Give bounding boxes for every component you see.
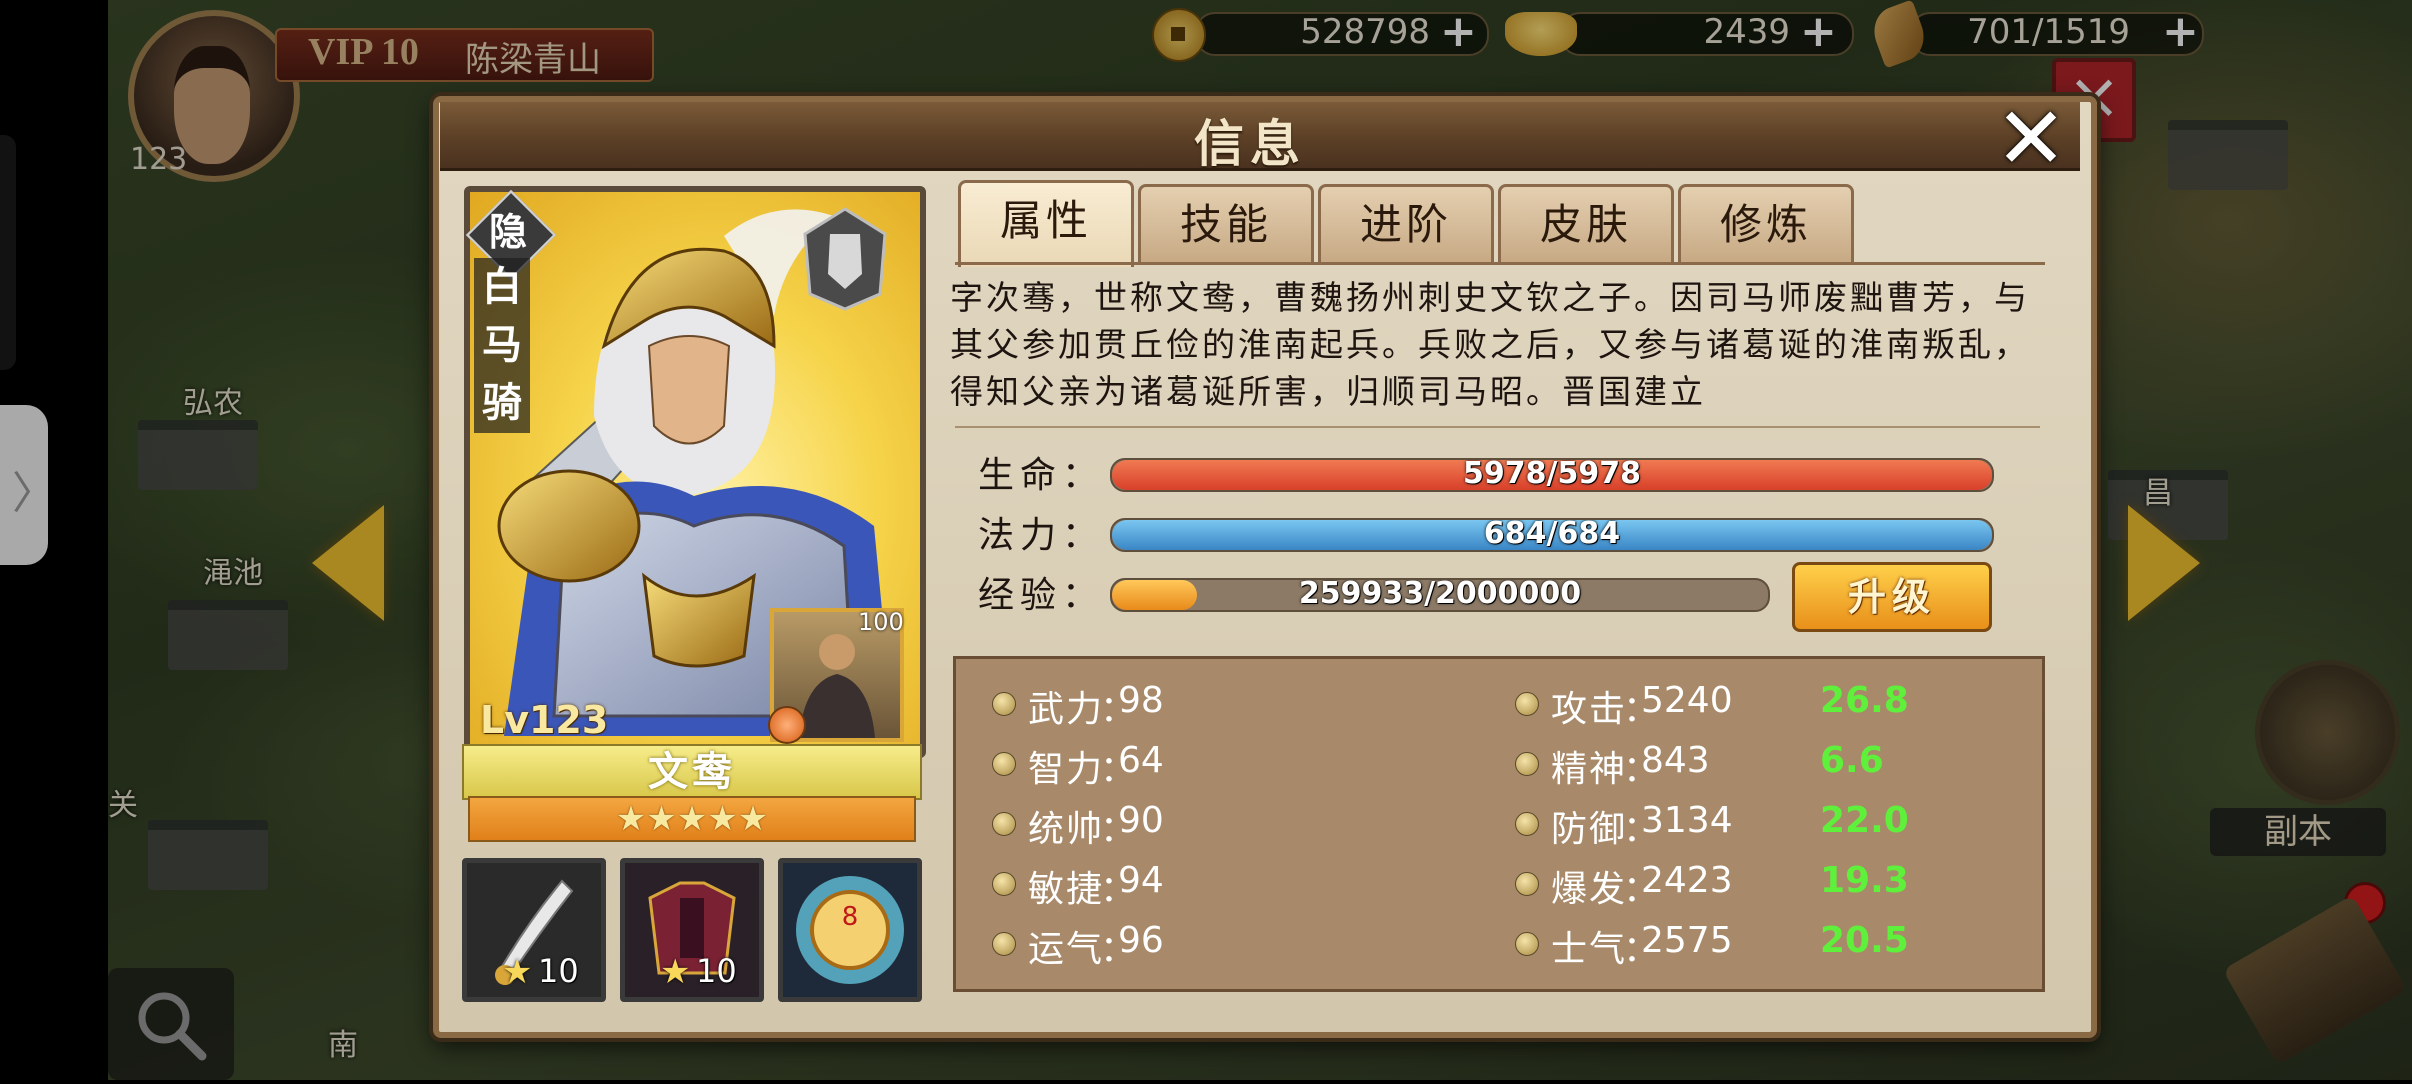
attribute-name: 攻击 xyxy=(1551,689,1628,730)
bullet-icon xyxy=(1515,932,1539,956)
attribute-row: 智力： 64 xyxy=(992,740,1412,790)
attribute-growth: 22.0 xyxy=(1820,800,1909,841)
attribute-name: 敏捷 xyxy=(1028,869,1105,910)
hero-title-char: 马 xyxy=(482,321,522,368)
attribute-value: 2575 xyxy=(1641,920,1733,961)
hp-label: 生命： xyxy=(978,455,1105,496)
equipment-level: 10 xyxy=(696,952,737,990)
hero-level: Lv123 xyxy=(480,698,609,742)
tabs-divider xyxy=(955,262,2045,265)
equipment-star-icon: ★ xyxy=(502,952,533,992)
bullet-icon xyxy=(992,752,1016,776)
attribute-growth: 6.6 xyxy=(1820,740,1884,781)
upgrade-button[interactable]: 升级 xyxy=(1792,562,1992,632)
attribute-value: 96 xyxy=(1118,920,1164,961)
tab-attributes[interactable]: 属性 xyxy=(958,180,1134,267)
exp-value: 259933/2000000 xyxy=(1298,578,1582,611)
attribute-name: 防御 xyxy=(1551,809,1628,850)
hp-value: 5978/5978 xyxy=(1463,458,1641,491)
equipment-star-icon: ★ xyxy=(660,952,691,992)
attribute-value: 64 xyxy=(1118,740,1164,781)
medal-level: 8 xyxy=(842,902,859,932)
bullet-icon xyxy=(1515,752,1539,776)
attribute-value: 98 xyxy=(1118,680,1164,721)
attribute-value: 2423 xyxy=(1641,860,1733,901)
equipment-slot-weapon[interactable] xyxy=(462,858,606,1002)
hero-star-bar: ★★★★★ xyxy=(468,796,916,842)
medal-icon: 8 xyxy=(783,863,917,997)
modal-title: 信息 xyxy=(1194,114,1306,173)
bullet-icon xyxy=(1515,812,1539,836)
equipment-slot-medal[interactable]: 8 xyxy=(778,858,922,1002)
attribute-row: 敏捷： 94 xyxy=(992,860,1412,910)
exp-bar: 259933/2000000 xyxy=(1110,578,1770,612)
attribute-value: 5240 xyxy=(1641,680,1733,721)
attribute-value: 90 xyxy=(1118,800,1164,841)
hero-name: 文鸯 xyxy=(462,744,922,800)
tab-skills[interactable]: 技能 xyxy=(1138,184,1314,263)
attribute-name: 运气 xyxy=(1028,929,1105,970)
hero-biography[interactable]: 字次骞，世称文鸯，曹魏扬州刺史文钦之子。因司马师废黜曹芳，与其父参加贯丘俭的淮南… xyxy=(950,274,2030,420)
sword-icon xyxy=(467,863,601,997)
attribute-row: 武力： 98 xyxy=(992,680,1412,730)
attribute-value: 94 xyxy=(1118,860,1164,901)
hp-bar: 5978/5978 xyxy=(1110,458,1994,492)
attribute-name: 智力 xyxy=(1028,749,1105,790)
mp-label: 法力： xyxy=(978,515,1105,556)
hidden-badge: 隐 xyxy=(488,210,527,254)
attribute-growth: 20.5 xyxy=(1820,920,1909,961)
hero-title-vertical: 白马骑 xyxy=(474,258,530,433)
close-icon[interactable]: ✕ xyxy=(1992,96,2070,182)
attribute-name: 士气 xyxy=(1551,929,1628,970)
bullet-icon xyxy=(992,692,1016,716)
equipment-slot-armor[interactable] xyxy=(620,858,764,1002)
bullet-icon xyxy=(1515,692,1539,716)
mp-bar: 684/684 xyxy=(1110,518,1994,552)
tab-skins[interactable]: 皮肤 xyxy=(1498,184,1674,263)
hero-title-char: 骑 xyxy=(482,379,522,426)
attribute-name: 武力 xyxy=(1028,689,1105,730)
bullet-icon xyxy=(992,812,1016,836)
bullet-icon xyxy=(992,932,1016,956)
tab-training[interactable]: 修炼 xyxy=(1678,184,1854,263)
attribute-value: 843 xyxy=(1641,740,1710,781)
armor-icon xyxy=(625,863,759,997)
hero-stars: ★★★★★ xyxy=(615,799,769,839)
attribute-row: 运气： 96 xyxy=(992,920,1412,970)
mp-value: 684/684 xyxy=(1483,518,1621,551)
attribute-name: 爆发 xyxy=(1551,869,1628,910)
attribute-growth: 19.3 xyxy=(1820,860,1909,901)
tab-advance[interactable]: 进阶 xyxy=(1318,184,1494,263)
attribute-name: 统帅 xyxy=(1028,809,1105,850)
hero-title-char: 白 xyxy=(482,263,522,310)
divider xyxy=(955,426,2040,428)
attribute-value: 3134 xyxy=(1641,800,1733,841)
gem-icon xyxy=(768,706,806,744)
attribute-row: 统帅： 90 xyxy=(992,800,1412,850)
cavalry-class-icon xyxy=(803,207,887,311)
attribute-name: 精神 xyxy=(1551,749,1628,790)
bullet-icon xyxy=(1515,872,1539,896)
mount-level: 100 xyxy=(858,608,904,636)
exp-label: 经验： xyxy=(978,575,1105,616)
attribute-growth: 26.8 xyxy=(1820,680,1909,721)
equipment-level: 10 xyxy=(538,952,579,990)
bullet-icon xyxy=(992,872,1016,896)
